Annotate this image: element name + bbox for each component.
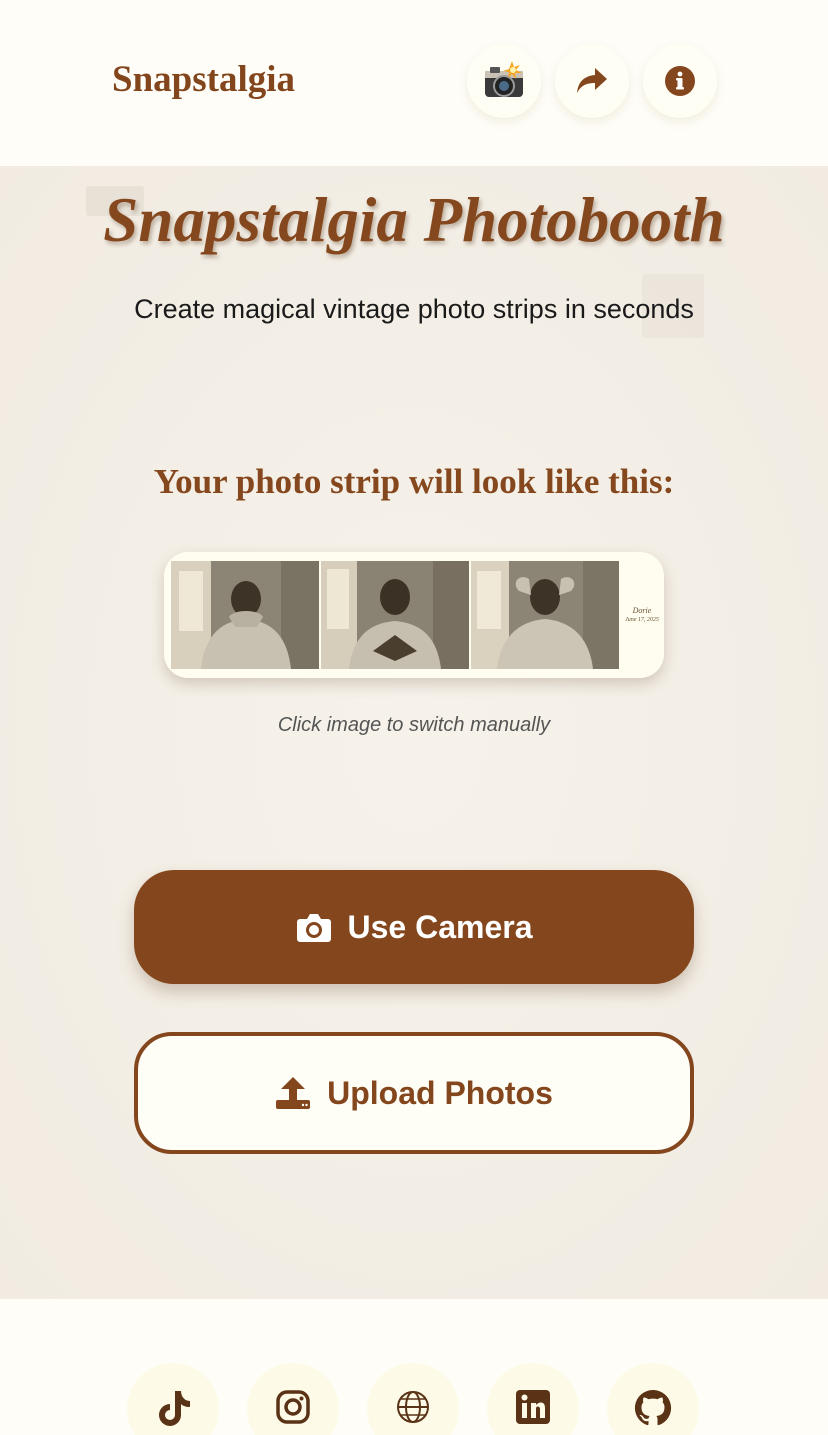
preview-heading: Your photo strip will look like this: bbox=[153, 462, 675, 501]
github-icon bbox=[634, 1389, 672, 1426]
strip-photo-2 bbox=[321, 561, 469, 669]
strip-photo-1 bbox=[171, 561, 319, 669]
use-camera-button[interactable]: Use Camera bbox=[134, 870, 694, 984]
globe-icon bbox=[397, 1391, 429, 1423]
camera-emoji-icon bbox=[485, 61, 523, 97]
github-link[interactable] bbox=[607, 1363, 699, 1435]
strip-date: June 17, 2025 bbox=[625, 617, 659, 623]
page-title: Snapstalgia Photobooth bbox=[103, 185, 725, 255]
share-icon bbox=[577, 68, 607, 93]
upload-photos-button[interactable]: Upload Photos bbox=[134, 1032, 694, 1154]
strip-caption: Dorie June 17, 2025 bbox=[620, 606, 664, 623]
tiktok-link[interactable] bbox=[127, 1363, 219, 1435]
strip-name: Dorie bbox=[632, 606, 652, 615]
camera-flash-button[interactable] bbox=[467, 44, 541, 118]
sample-photo-strip[interactable]: Dorie June 17, 2025 bbox=[164, 552, 664, 678]
instagram-icon bbox=[276, 1390, 310, 1424]
switch-hint: Click image to switch manually bbox=[277, 714, 551, 736]
info-button[interactable] bbox=[643, 44, 717, 118]
linkedin-link[interactable] bbox=[487, 1363, 579, 1435]
camera-icon bbox=[296, 914, 331, 942]
page-subtitle: Create magical vintage photo strips in s… bbox=[134, 294, 694, 324]
social-footer bbox=[0, 1299, 828, 1435]
upload-photos-label: Upload Photos bbox=[327, 1074, 553, 1111]
tiktok-icon bbox=[159, 1391, 190, 1426]
strip-photo-3 bbox=[471, 561, 619, 669]
use-camera-label: Use Camera bbox=[347, 908, 533, 945]
info-icon bbox=[665, 66, 695, 96]
brand-logo-text[interactable]: Snapstalgia bbox=[112, 58, 295, 101]
linkedin-icon bbox=[516, 1390, 550, 1424]
instagram-link[interactable] bbox=[247, 1363, 339, 1435]
upload-icon bbox=[276, 1077, 311, 1109]
app-header: Snapstalgia bbox=[0, 0, 828, 166]
share-button[interactable] bbox=[555, 44, 629, 118]
website-link[interactable] bbox=[367, 1363, 459, 1435]
